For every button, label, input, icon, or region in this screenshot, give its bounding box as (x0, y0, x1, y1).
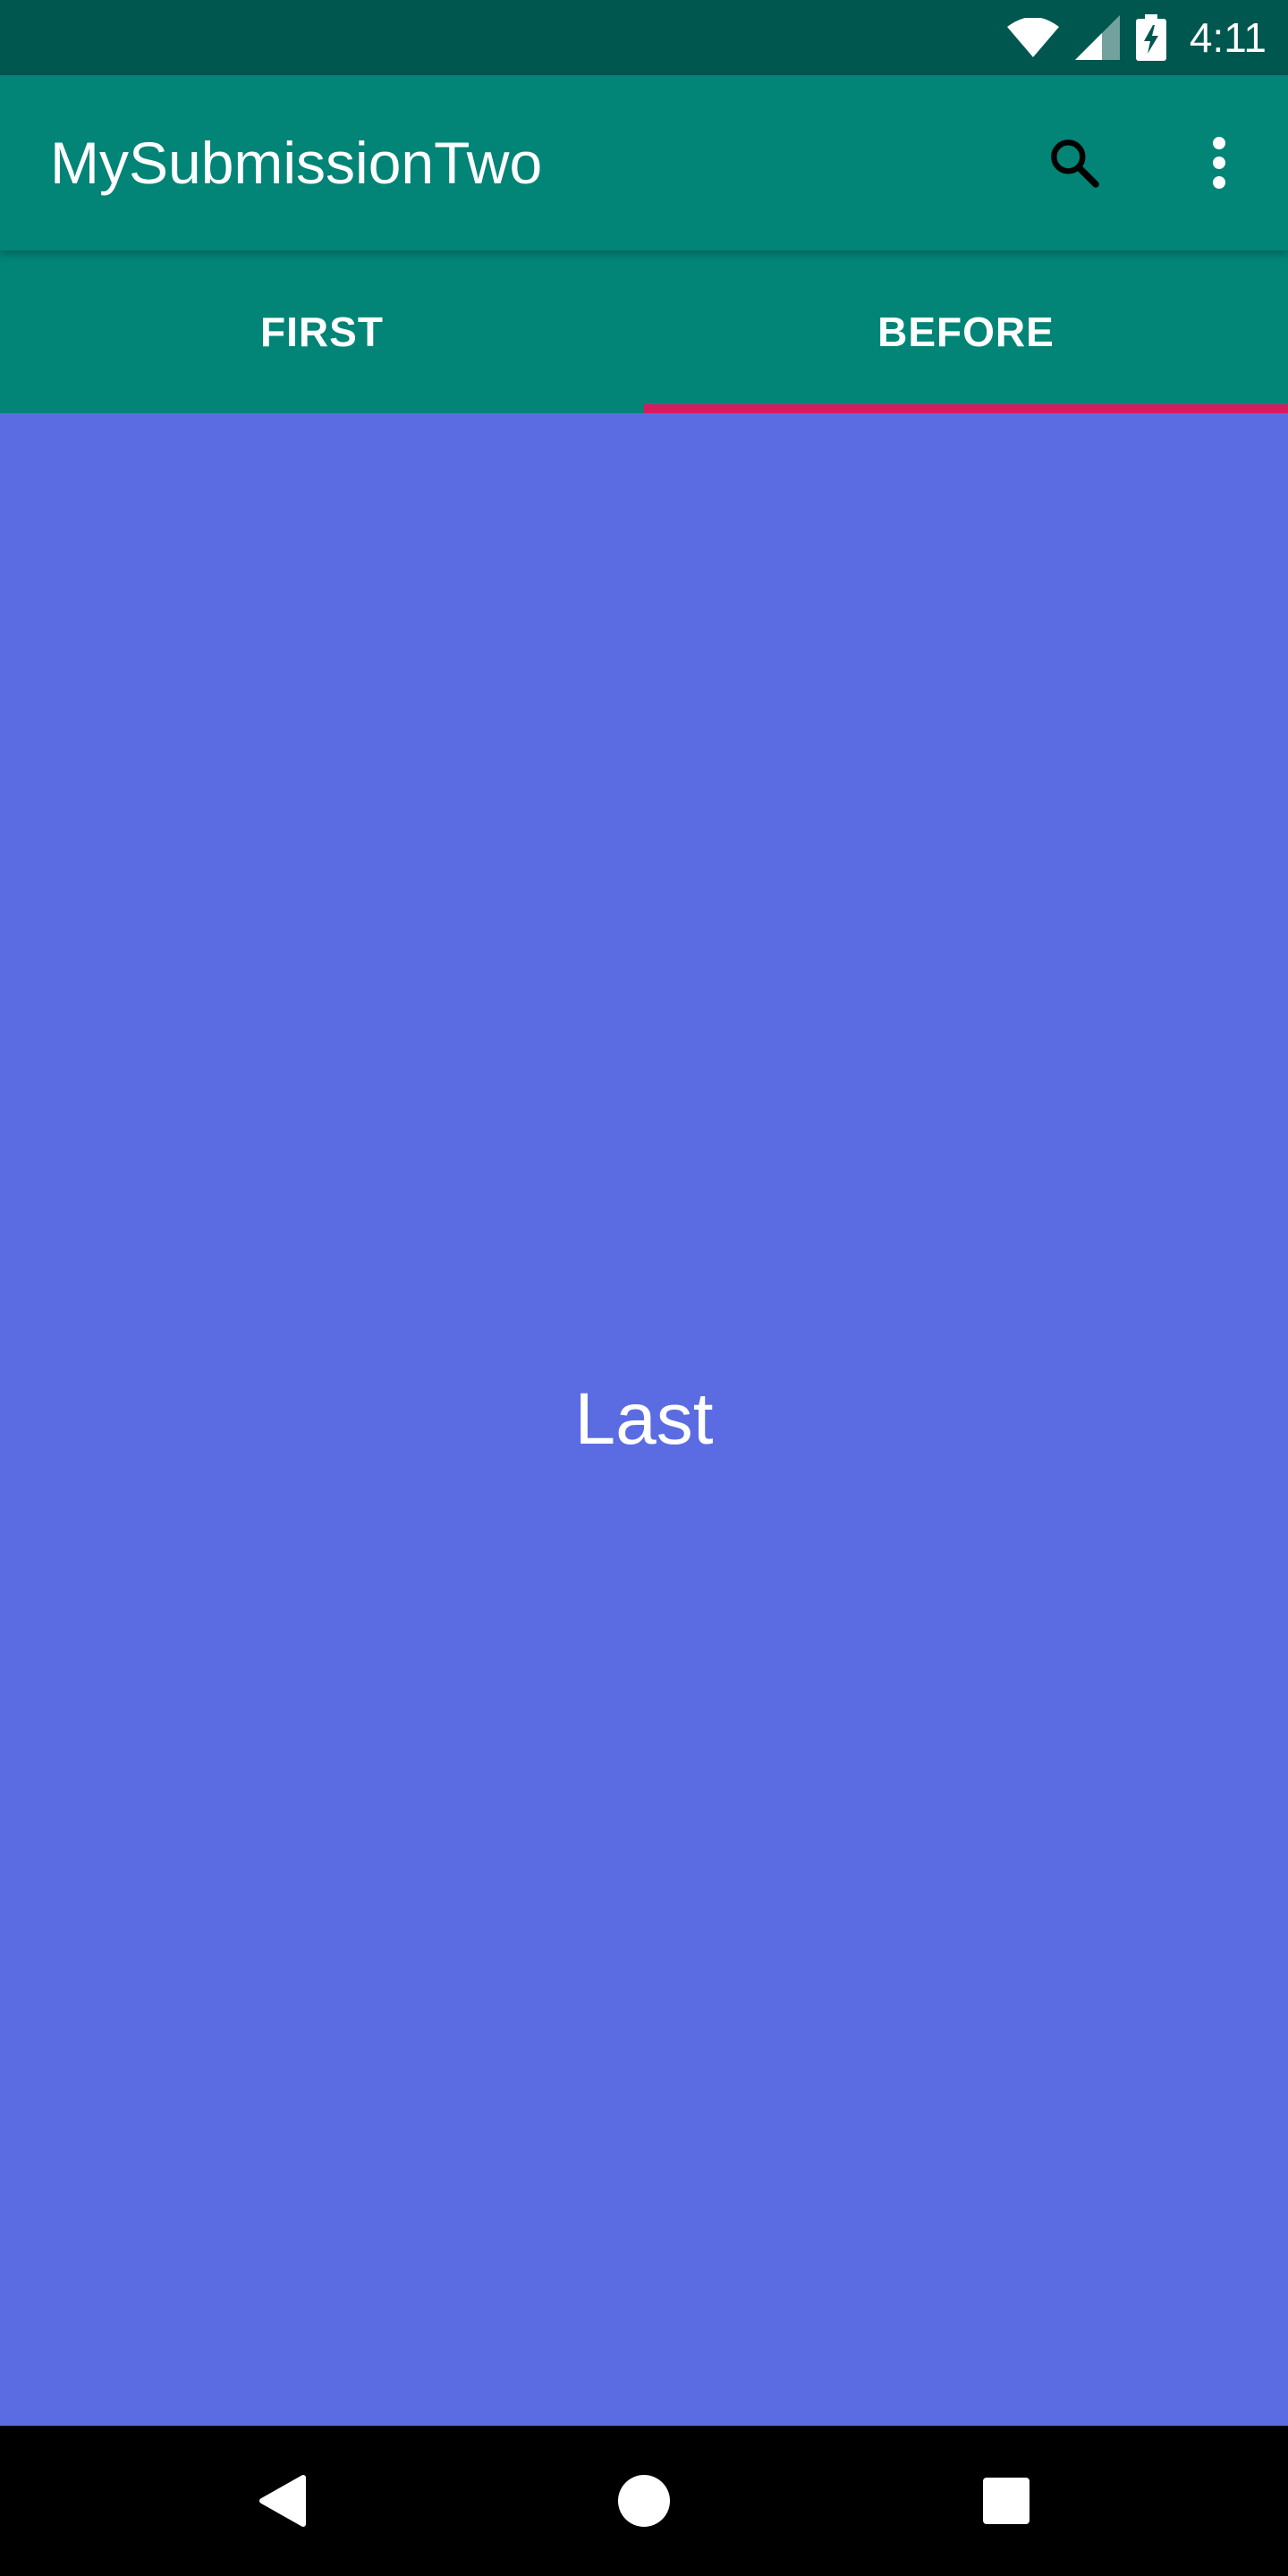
tab-indicator (644, 404, 1288, 413)
tab-before[interactable]: BEFORE (644, 250, 1288, 413)
tab-first[interactable]: FIRST (0, 250, 644, 413)
status-icons: 4:11 (1006, 0, 1267, 75)
battery-charging-icon (1135, 14, 1166, 61)
overflow-menu-icon (1213, 137, 1225, 189)
app-title: MySubmissionTwo (50, 130, 543, 196)
home-icon (618, 2475, 670, 2527)
cell-signal-icon (1074, 15, 1120, 60)
search-icon (1051, 140, 1099, 188)
status-time: 4:11 (1189, 14, 1267, 61)
app-actions (1016, 75, 1288, 250)
app-bar: MySubmissionTwo (0, 75, 1288, 250)
status-bar: 4:11 (0, 0, 1288, 75)
content-label: Last (574, 1378, 714, 1460)
home-button[interactable] (555, 2426, 733, 2576)
recents-button[interactable] (917, 2426, 1096, 2576)
wifi-icon (1006, 18, 1059, 57)
tab-bar: FIRST BEFORE (0, 250, 1288, 413)
screen: 4:11 MySubmissionTwo FIRST BEFORE Last (0, 0, 1288, 2576)
search-button[interactable] (1016, 105, 1132, 221)
back-icon (259, 2475, 306, 2527)
content-area: Last (0, 413, 1288, 2426)
recents-icon (983, 2478, 1030, 2524)
overflow-menu-button[interactable] (1161, 105, 1277, 221)
back-button[interactable] (192, 2426, 371, 2576)
nav-bar (0, 2426, 1288, 2576)
